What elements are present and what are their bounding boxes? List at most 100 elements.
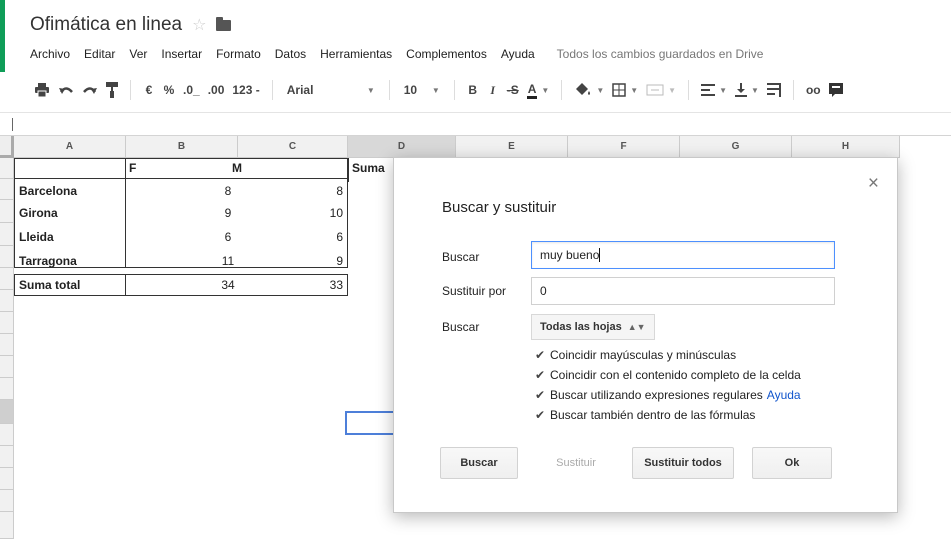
row-header[interactable] xyxy=(0,246,14,268)
column-header-e[interactable]: E xyxy=(456,136,568,158)
cell-total-label[interactable]: Suma total xyxy=(16,274,124,296)
bold-button[interactable]: B xyxy=(463,78,483,102)
folder-icon[interactable] xyxy=(216,16,232,31)
replace-input[interactable]: 0 xyxy=(531,277,835,305)
menu-formato[interactable]: Formato xyxy=(216,47,261,61)
menu-datos[interactable]: Datos xyxy=(275,47,306,61)
row-header[interactable] xyxy=(0,356,14,378)
row-header[interactable] xyxy=(0,268,14,290)
find-button[interactable]: Buscar xyxy=(440,447,518,479)
cell-m-value[interactable]: 10 xyxy=(290,202,346,224)
more-formats-button[interactable]: 123 - xyxy=(228,78,263,102)
help-link[interactable]: Ayuda xyxy=(767,388,801,402)
row-header[interactable] xyxy=(0,446,14,468)
increase-decimals-button[interactable]: .00 xyxy=(204,78,229,102)
replace-all-button[interactable]: Sustituir todos xyxy=(632,447,734,479)
cell-f-value[interactable]: 9 xyxy=(200,202,256,224)
column-header-c[interactable]: C xyxy=(238,136,348,158)
row-header[interactable] xyxy=(0,512,14,539)
row-header[interactable] xyxy=(0,312,14,334)
select-all-corner[interactable] xyxy=(0,136,14,158)
row-header[interactable] xyxy=(0,158,14,179)
menu-ver[interactable]: Ver xyxy=(129,47,147,61)
text-color-label: A xyxy=(526,82,538,99)
cell-f-value[interactable]: 11 xyxy=(200,250,256,272)
row-header[interactable] xyxy=(0,400,14,424)
column-header-f[interactable]: F xyxy=(568,136,680,158)
close-icon[interactable]: × xyxy=(868,174,879,193)
cell-b1[interactable]: F xyxy=(126,157,166,179)
menu-complementos[interactable]: Complementos xyxy=(406,47,487,61)
font-size-select[interactable]: 10 ▼ xyxy=(398,78,446,102)
cell-m-value[interactable]: 8 xyxy=(290,180,346,202)
star-icon[interactable]: ☆ xyxy=(192,15,206,35)
scope-select[interactable]: Todas las hojas ▲▼ xyxy=(531,314,655,340)
column-header-b[interactable]: B xyxy=(126,136,238,158)
column-header-g[interactable]: G xyxy=(680,136,792,158)
toolbar-divider xyxy=(688,80,690,100)
cell-f-value[interactable]: 8 xyxy=(200,180,256,202)
document-title[interactable]: Ofimática en linea xyxy=(30,14,182,36)
menu-insertar[interactable]: Insertar xyxy=(161,47,202,61)
find-input[interactable]: muy bueno xyxy=(531,241,835,269)
row-header[interactable] xyxy=(0,179,14,200)
menu-ayuda[interactable]: Ayuda xyxy=(501,47,535,61)
paint-format-icon[interactable] xyxy=(102,78,122,102)
column-header-d[interactable]: D xyxy=(348,136,456,158)
text-color-button[interactable]: A ▼ xyxy=(523,78,554,102)
option-regex[interactable]: ✔ Buscar utilizando expresiones regulare… xyxy=(535,388,801,402)
row-header[interactable] xyxy=(0,424,14,446)
menu-archivo[interactable]: Archivo xyxy=(30,47,70,61)
row-header[interactable] xyxy=(0,200,14,223)
toolbar-divider xyxy=(453,80,455,100)
save-status[interactable]: Todos los cambios guardados en Drive xyxy=(557,47,764,61)
cell-m-value[interactable]: 6 xyxy=(290,226,346,248)
option-match-entire-cell[interactable]: ✔ Coincidir con el contenido completo de… xyxy=(535,368,801,382)
merge-icon[interactable]: ▼ xyxy=(642,78,680,102)
cell-m-value[interactable]: 9 xyxy=(290,250,346,272)
currency-format-button[interactable]: € xyxy=(139,78,159,102)
row-header[interactable] xyxy=(0,378,14,400)
cell-c1[interactable]: M xyxy=(212,157,262,179)
text-wrap-icon[interactable] xyxy=(763,78,785,102)
row-header[interactable] xyxy=(0,290,14,312)
redo-icon[interactable] xyxy=(78,78,102,102)
row-header[interactable] xyxy=(0,223,14,246)
formula-bar[interactable] xyxy=(0,112,951,136)
row-header[interactable] xyxy=(0,334,14,356)
row-header[interactable] xyxy=(0,490,14,512)
strikethrough-button[interactable]: -S xyxy=(503,78,523,102)
percent-format-button[interactable]: % xyxy=(159,78,179,102)
cell-row-label[interactable]: Lleida xyxy=(16,226,124,248)
borders-icon[interactable]: ▼ xyxy=(608,78,642,102)
cell-row-label[interactable]: Tarragona xyxy=(16,250,124,272)
chevron-down-icon: ▼ xyxy=(366,85,375,95)
option-search-formulas[interactable]: ✔ Buscar también dentro de las fórmulas xyxy=(535,408,755,422)
fill-color-icon[interactable]: ▼ xyxy=(570,78,608,102)
ok-button[interactable]: Ok xyxy=(752,447,832,479)
menu-herramientas[interactable]: Herramientas xyxy=(320,47,392,61)
menu-editar[interactable]: Editar xyxy=(84,47,115,61)
undo-icon[interactable] xyxy=(54,78,78,102)
cell-d1[interactable]: Suma xyxy=(349,157,399,179)
cell-row-label[interactable]: Girona xyxy=(16,202,124,224)
cell-total-f[interactable]: 34 xyxy=(200,274,256,296)
link-icon[interactable]: oo xyxy=(802,78,825,102)
column-header-a[interactable]: A xyxy=(14,136,126,158)
align-left-icon[interactable]: ▼ xyxy=(697,78,731,102)
decrease-decimals-button[interactable]: .0_ xyxy=(179,78,204,102)
active-cell-selection[interactable] xyxy=(345,411,397,435)
comment-icon[interactable] xyxy=(825,78,847,102)
column-header-h[interactable]: H xyxy=(792,136,900,158)
row-header[interactable] xyxy=(0,468,14,490)
document-title-area: Ofimática en linea ☆ xyxy=(30,14,232,36)
cell-row-label[interactable]: Barcelona xyxy=(16,180,124,202)
valign-bottom-icon[interactable]: ▼ xyxy=(731,78,763,102)
italic-button[interactable]: I xyxy=(483,78,503,102)
font-family-select[interactable]: Arial ▼ xyxy=(281,78,381,102)
replace-button[interactable]: Sustituir xyxy=(536,447,616,479)
cell-total-m[interactable]: 33 xyxy=(290,274,346,296)
option-match-case[interactable]: ✔ Coincidir mayúsculas y minúsculas xyxy=(535,348,736,362)
cell-f-value[interactable]: 6 xyxy=(200,226,256,248)
print-icon[interactable] xyxy=(30,78,54,102)
